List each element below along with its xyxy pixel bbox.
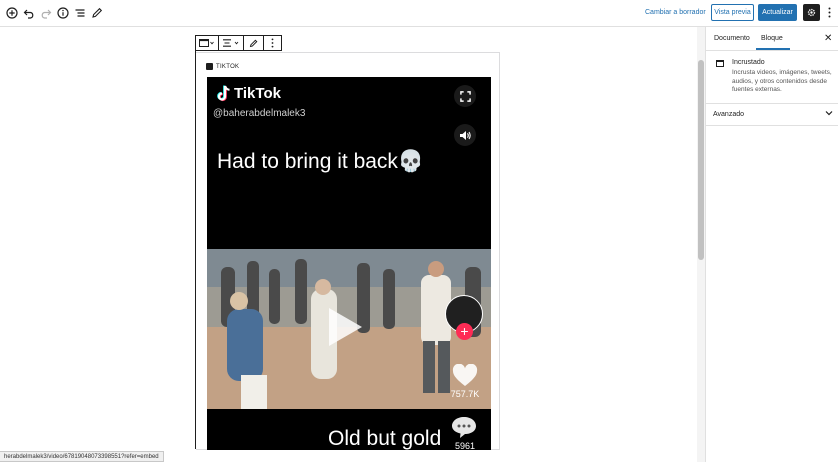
- editor-top-toolbar: Cambiar a borrador Vista previa Actualiz…: [0, 0, 838, 27]
- vertical-ellipsis-icon: [828, 7, 830, 18]
- align-icon: [223, 39, 239, 47]
- fullscreen-button[interactable]: [454, 85, 476, 107]
- close-icon[interactable]: ✕: [824, 33, 832, 44]
- divider: [706, 103, 838, 104]
- gear-icon: [807, 8, 816, 17]
- tiktok-handle[interactable]: @baherabdelmalek3: [213, 108, 305, 119]
- list-view-icon[interactable]: [73, 6, 87, 20]
- undo-icon[interactable]: [22, 6, 36, 20]
- update-button[interactable]: Actualizar: [758, 4, 797, 21]
- play-icon[interactable]: [325, 305, 365, 349]
- follow-plus-icon[interactable]: +: [456, 323, 473, 340]
- redo-icon[interactable]: [39, 6, 53, 20]
- heart-icon[interactable]: [452, 364, 478, 388]
- add-block-icon[interactable]: [5, 6, 19, 20]
- tiktok-embed[interactable]: TikTok @baherabdelmalek3 Had to bring it…: [207, 77, 491, 450]
- block-card-description: Incrusta videos, imágenes, tweets, audio…: [732, 69, 832, 93]
- video-caption: Had to bring it back💀: [217, 150, 425, 173]
- info-icon[interactable]: [56, 6, 70, 20]
- divider: [706, 125, 838, 126]
- video-caption-2: Old but gold: [328, 427, 442, 450]
- sidebar-tabs: Documento Bloque ✕: [706, 27, 838, 51]
- sound-button[interactable]: [454, 124, 476, 146]
- align-button[interactable]: [219, 36, 245, 50]
- block-card-title: Incrustado: [732, 59, 765, 66]
- video-thumbnail[interactable]: + 757.7K: [207, 249, 491, 409]
- preview-button[interactable]: Vista previa: [711, 4, 754, 21]
- embed-provider-label: TIKTOK: [206, 63, 239, 70]
- more-options-button[interactable]: [824, 5, 834, 20]
- chevron-down-icon[interactable]: [825, 109, 833, 117]
- active-tab-indicator: [756, 48, 790, 50]
- tiktok-small-icon: [206, 63, 213, 70]
- tiktok-logo[interactable]: TikTok: [217, 85, 281, 102]
- more-options-icon: [271, 38, 274, 48]
- provider-name: TIKTOK: [216, 63, 240, 70]
- switch-to-draft-button[interactable]: Cambiar a borrador: [645, 9, 706, 16]
- embed-block-switcher[interactable]: [196, 36, 219, 50]
- canvas-scrollbar[interactable]: [697, 27, 705, 462]
- edit-pen-icon[interactable]: [90, 6, 104, 20]
- settings-button[interactable]: [803, 4, 820, 21]
- advanced-panel-toggle[interactable]: Avanzado: [713, 111, 744, 118]
- settings-sidebar: Documento Bloque ✕ Incrustado Incrusta v…: [705, 27, 838, 462]
- tiktok-logo-text: TikTok: [234, 85, 281, 102]
- link-status-url: herabdelmalek3/video/67819048073398551?r…: [0, 451, 164, 462]
- edit-icon: [250, 39, 258, 47]
- tiktok-note-icon: [217, 85, 230, 102]
- embed-block-icon: [716, 60, 724, 67]
- comment-count: 5961: [454, 441, 476, 450]
- edit-url-button[interactable]: [244, 36, 265, 50]
- tab-document[interactable]: Documento: [714, 35, 750, 42]
- scrollbar-thumb[interactable]: [698, 60, 704, 260]
- fullscreen-icon: [459, 90, 471, 102]
- like-count: 757.7K: [450, 389, 480, 399]
- comment-icon[interactable]: [451, 415, 477, 439]
- block-more-options[interactable]: [264, 36, 281, 50]
- block-toolbar: [196, 35, 282, 51]
- embed-block-icon: [199, 39, 215, 47]
- tab-block[interactable]: Bloque: [761, 35, 783, 42]
- speaker-icon: [460, 130, 471, 140]
